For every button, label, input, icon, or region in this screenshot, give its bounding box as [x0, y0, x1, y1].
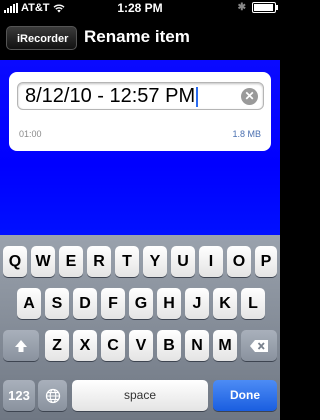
key-p[interactable]: P: [255, 246, 277, 277]
battery-area: ✱: [237, 2, 278, 13]
key-t[interactable]: T: [115, 246, 139, 277]
done-key[interactable]: Done: [213, 380, 277, 411]
key-n[interactable]: N: [185, 330, 209, 361]
key-d[interactable]: D: [73, 288, 97, 319]
navigation-bar: iRecorder Rename item: [0, 16, 280, 60]
key-o[interactable]: O: [227, 246, 251, 277]
item-name-field[interactable]: 8/12/10 - 12:57 PM ✕: [17, 82, 264, 110]
key-c[interactable]: C: [101, 330, 125, 361]
key-a[interactable]: A: [17, 288, 41, 319]
key-i[interactable]: I: [199, 246, 223, 277]
status-bar: AT&T 1:28 PM ✱: [0, 0, 280, 16]
key-l[interactable]: L: [241, 288, 265, 319]
key-f[interactable]: F: [101, 288, 125, 319]
key-z[interactable]: Z: [45, 330, 69, 361]
item-card: 8/12/10 - 12:57 PM ✕ 01:00 1.8 MB: [9, 72, 271, 151]
backspace-icon: [250, 339, 268, 352]
globe-key[interactable]: [38, 380, 67, 411]
text-cursor: [196, 86, 199, 107]
shift-arrow-icon: [15, 339, 27, 352]
key-m[interactable]: M: [213, 330, 237, 361]
bluetooth-icon: ✱: [237, 2, 246, 13]
battery-icon: [252, 2, 278, 13]
key-k[interactable]: K: [213, 288, 237, 319]
content-area: 8/12/10 - 12:57 PM ✕ 01:00 1.8 MB: [0, 60, 280, 235]
key-s[interactable]: S: [45, 288, 69, 319]
space-key[interactable]: space: [72, 380, 208, 411]
key-q[interactable]: Q: [3, 246, 27, 277]
key-j[interactable]: J: [185, 288, 209, 319]
key-r[interactable]: R: [87, 246, 111, 277]
item-duration: 01:00: [19, 129, 42, 139]
page-title: Rename item: [84, 27, 190, 46]
key-w[interactable]: W: [31, 246, 55, 277]
key-g[interactable]: G: [129, 288, 153, 319]
shift-key[interactable]: [3, 330, 39, 361]
key-u[interactable]: U: [171, 246, 195, 277]
clear-text-icon[interactable]: ✕: [241, 88, 258, 105]
item-name-value: 8/12/10 - 12:57 PM: [25, 85, 199, 108]
delete-key[interactable]: [241, 330, 277, 361]
key-x[interactable]: X: [73, 330, 97, 361]
keyboard: Q W E R T Y U I O P A S D F G H J K L Z …: [0, 235, 280, 420]
key-e[interactable]: E: [59, 246, 83, 277]
key-v[interactable]: V: [129, 330, 153, 361]
numbers-key[interactable]: 123: [3, 380, 35, 411]
globe-icon: [45, 388, 60, 403]
key-y[interactable]: Y: [143, 246, 167, 277]
key-h[interactable]: H: [157, 288, 181, 319]
item-size: 1.8 MB: [232, 129, 261, 139]
key-b[interactable]: B: [157, 330, 181, 361]
back-button[interactable]: iRecorder: [6, 26, 78, 50]
